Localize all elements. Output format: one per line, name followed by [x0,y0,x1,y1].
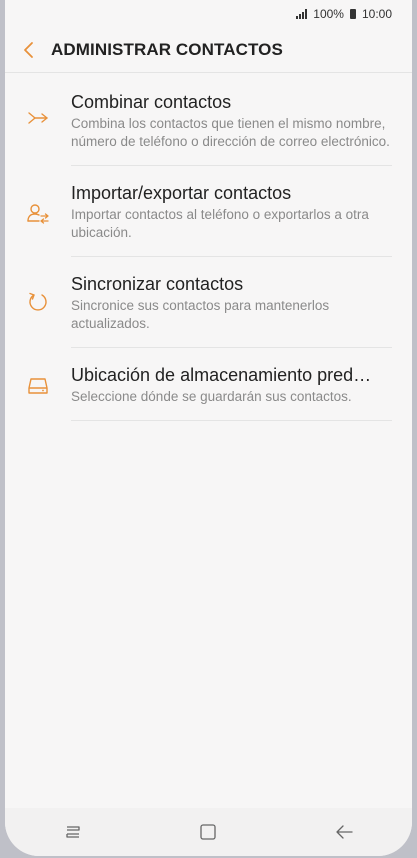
item-title: Combinar contactos [71,92,232,112]
status-bar: 100% 10:00 [5,0,412,28]
back-arrow-icon [336,825,353,839]
item-title: Importar/exportar contactos [71,183,292,203]
item-title: Ubicación de almacenamiento pred… [71,365,372,385]
app-header: ADMINISTRAR CONTACTOS [5,28,412,73]
import-export-item[interactable]: Importar/exportar contactos Importar con… [5,166,412,257]
sync-contacts-item[interactable]: Sincronizar contactos Sincronice sus con… [5,257,412,348]
back-button[interactable] [7,28,51,72]
recent-apps-icon [66,826,80,838]
navigation-bar [5,808,412,856]
battery-percentage: 100% [313,7,344,21]
clock: 10:00 [361,7,392,21]
merge-icon [28,112,48,124]
battery-icon [349,9,356,19]
back-nav-button[interactable] [314,812,374,852]
phone-screen: 100% 10:00 ADMINISTRAR CONTACTOS Combina… [5,0,412,856]
item-description: Importar contactos al teléfono o exporta… [71,207,369,240]
item-title: Sincronizar contactos [71,274,244,294]
home-button[interactable] [178,812,238,852]
storage-icon [28,378,48,394]
home-icon [200,824,217,840]
page-title: ADMINISTRAR CONTACTOS [51,40,283,59]
sync-icon [29,292,47,311]
item-description: Seleccione dónde se guardarán sus contac… [71,389,352,404]
recent-apps-button[interactable] [43,812,103,852]
item-description: Combina los contactos que tienen el mism… [71,116,390,149]
storage-location-item[interactable]: Ubicación de almacenamiento pred… Selecc… [5,348,412,421]
chevron-left-icon [24,42,33,58]
import-export-icon [27,204,49,224]
settings-list: Combinar contactos Combina los contactos… [5,73,412,421]
merge-contacts-item[interactable]: Combinar contactos Combina los contactos… [5,73,412,166]
signal-icon [296,9,308,19]
item-description: Sincronice sus contactos para mantenerlo… [71,298,330,331]
